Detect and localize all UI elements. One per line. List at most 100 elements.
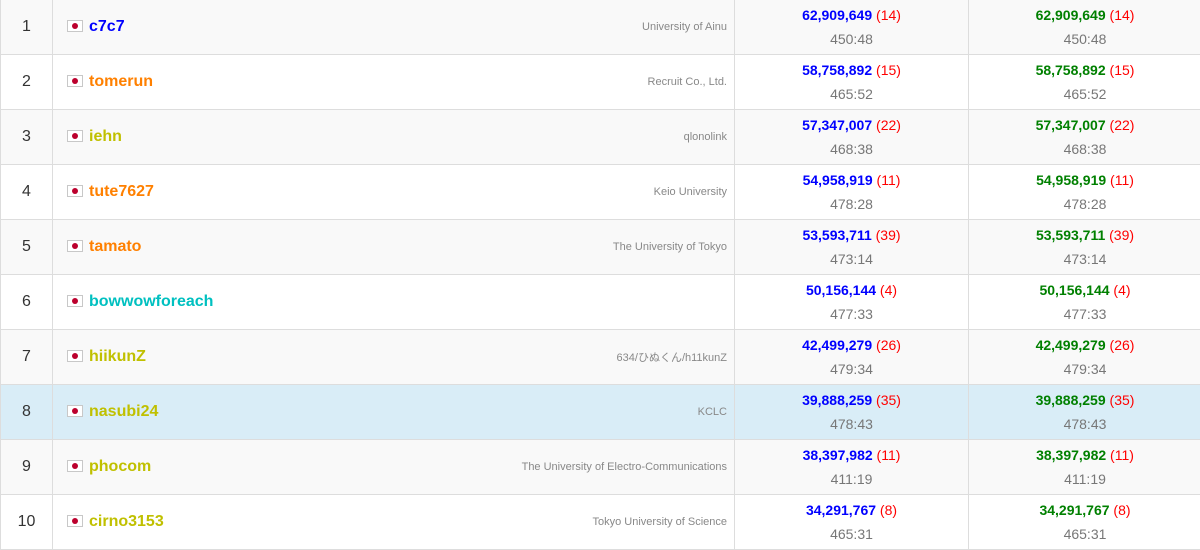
total-score: 38,397,982	[803, 447, 873, 463]
rank-cell: 2	[1, 55, 53, 110]
task-score-cell[interactable]: 39,888,259 (35) 478:43	[969, 385, 1200, 440]
japan-flag-icon	[67, 460, 83, 472]
task-time: 473:14	[969, 249, 1200, 269]
username-link[interactable]: tute7627	[89, 183, 154, 200]
japan-flag-icon	[67, 185, 83, 197]
total-score-cell: 39,888,259 (35) 478:43	[735, 385, 969, 440]
total-time: 479:34	[735, 359, 968, 379]
total-score-cell: 50,156,144 (4) 477:33	[735, 275, 969, 330]
task-score-cell[interactable]: 58,758,892 (15) 465:52	[969, 55, 1200, 110]
standings-row: 10 cirno3153 Tokyo University of Science…	[1, 495, 1200, 550]
task-score: 54,958,919	[1036, 172, 1106, 188]
username-link[interactable]: bowwowforeach	[89, 293, 213, 310]
user-cell: tamato The University of Tokyo	[53, 220, 735, 275]
username-link[interactable]: c7c7	[89, 18, 125, 35]
user-cell: cirno3153 Tokyo University of Science	[53, 495, 735, 550]
standings-row: 7 hiikunZ 634/ひぬくん/h11kunZ 42,499,279 (2…	[1, 330, 1200, 385]
task-score-cell[interactable]: 38,397,982 (11) 411:19	[969, 440, 1200, 495]
standings-row: 4 tute7627 Keio University 54,958,919 (1…	[1, 165, 1200, 220]
total-score-cell: 34,291,767 (8) 465:31	[735, 495, 969, 550]
task-score: 62,909,649	[1036, 7, 1106, 23]
rank-value: 1	[22, 18, 31, 35]
affiliation-text: The University of Tokyo	[613, 241, 727, 253]
standings-row: 9 phocom The University of Electro-Commu…	[1, 440, 1200, 495]
total-penalty: (8)	[880, 502, 897, 518]
username-link[interactable]: tomerun	[89, 73, 153, 90]
rank-cell: 9	[1, 440, 53, 495]
total-score: 39,888,259	[802, 392, 872, 408]
standings-body: 1 c7c7 University of Ainu 62,909,649 (14…	[1, 0, 1200, 550]
total-penalty: (11)	[877, 447, 901, 463]
total-time: 465:31	[735, 524, 968, 544]
task-score-cell[interactable]: 42,499,279 (26) 479:34	[969, 330, 1200, 385]
user-cell: hiikunZ 634/ひぬくん/h11kunZ	[53, 330, 735, 385]
japan-flag-icon	[67, 75, 83, 87]
japan-flag-icon	[67, 405, 83, 417]
total-score-cell: 62,909,649 (14) 450:48	[735, 0, 969, 55]
total-score: 42,499,279	[802, 337, 872, 353]
total-score-cell: 53,593,711 (39) 473:14	[735, 220, 969, 275]
rank-cell: 8	[1, 385, 53, 440]
task-score-cell[interactable]: 53,593,711 (39) 473:14	[969, 220, 1200, 275]
total-time: 478:43	[735, 414, 968, 434]
rank-value: 5	[22, 238, 31, 255]
rank-cell: 4	[1, 165, 53, 220]
task-score-cell[interactable]: 50,156,144 (4) 477:33	[969, 275, 1200, 330]
rank-value: 4	[22, 183, 31, 200]
task-score-cell[interactable]: 57,347,007 (22) 468:38	[969, 110, 1200, 165]
rank-cell: 3	[1, 110, 53, 165]
affiliation-text: University of Ainu	[642, 21, 727, 33]
affiliation-text: Recruit Co., Ltd.	[648, 76, 727, 88]
rank-cell: 6	[1, 275, 53, 330]
task-time: 477:33	[969, 304, 1200, 324]
username-link[interactable]: phocom	[89, 458, 151, 475]
japan-flag-icon	[67, 515, 83, 527]
standings-row: 2 tomerun Recruit Co., Ltd. 58,758,892 (…	[1, 55, 1200, 110]
affiliation-text: KCLC	[698, 406, 727, 418]
task-penalty: (11)	[1110, 447, 1134, 463]
task-penalty: (14)	[1110, 7, 1135, 23]
total-time: 465:52	[735, 84, 968, 104]
task-score-cell[interactable]: 62,909,649 (14) 450:48	[969, 0, 1200, 55]
task-penalty: (26)	[1110, 337, 1135, 353]
rank-cell: 1	[1, 0, 53, 55]
task-score: 58,758,892	[1036, 62, 1106, 78]
total-penalty: (26)	[876, 337, 901, 353]
rank-value: 3	[22, 128, 31, 145]
total-score: 58,758,892	[802, 62, 872, 78]
total-time: 477:33	[735, 304, 968, 324]
total-time: 478:28	[735, 194, 968, 214]
task-score-cell[interactable]: 34,291,767 (8) 465:31	[969, 495, 1200, 550]
rank-value: 2	[22, 73, 31, 90]
username-link[interactable]: cirno3153	[89, 513, 164, 530]
task-score: 42,499,279	[1036, 337, 1106, 353]
total-score-cell: 54,958,919 (11) 478:28	[735, 165, 969, 220]
rank-value: 6	[22, 293, 31, 310]
total-penalty: (14)	[876, 7, 901, 23]
total-penalty: (4)	[880, 282, 897, 298]
standings-row: 6 bowwowforeach 50,156,144 (4) 477:33 50…	[1, 275, 1200, 330]
task-penalty: (22)	[1110, 117, 1135, 133]
standings-row: 8 nasubi24 KCLC 39,888,259 (35) 478:43 3…	[1, 385, 1200, 440]
japan-flag-icon	[67, 350, 83, 362]
japan-flag-icon	[67, 130, 83, 142]
task-time: 478:28	[969, 194, 1200, 214]
task-penalty: (4)	[1113, 282, 1130, 298]
task-score: 39,888,259	[1036, 392, 1106, 408]
total-score-cell: 42,499,279 (26) 479:34	[735, 330, 969, 385]
standings-table: 1 c7c7 University of Ainu 62,909,649 (14…	[0, 0, 1200, 550]
affiliation-text: qlonolink	[684, 131, 727, 143]
rank-cell: 7	[1, 330, 53, 385]
task-penalty: (39)	[1109, 227, 1134, 243]
username-link[interactable]: tamato	[89, 238, 141, 255]
rank-value: 9	[22, 458, 31, 475]
task-score-cell[interactable]: 54,958,919 (11) 478:28	[969, 165, 1200, 220]
standings-row: 1 c7c7 University of Ainu 62,909,649 (14…	[1, 0, 1200, 55]
user-cell: nasubi24 KCLC	[53, 385, 735, 440]
username-link[interactable]: hiikunZ	[89, 348, 146, 365]
total-score: 57,347,007	[802, 117, 872, 133]
rank-cell: 5	[1, 220, 53, 275]
username-link[interactable]: iehn	[89, 128, 122, 145]
total-score: 62,909,649	[802, 7, 872, 23]
username-link[interactable]: nasubi24	[89, 403, 158, 420]
